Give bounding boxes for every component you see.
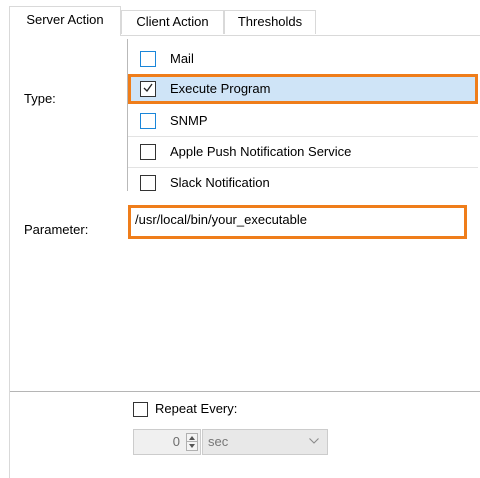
tab-server-action[interactable]: Server Action — [9, 6, 121, 36]
panel-border — [9, 35, 10, 478]
spin-down-icon[interactable] — [189, 444, 195, 448]
type-option-label: Mail — [170, 51, 194, 66]
repeat-every-checkbox[interactable] — [133, 402, 148, 417]
section-divider — [10, 391, 480, 392]
tab-strip: Server Action Client Action Thresholds — [0, 0, 480, 36]
repeat-interval-value: 0 — [172, 434, 180, 449]
parameter-field-frame — [128, 205, 467, 239]
execute-program-checkbox[interactable] — [140, 81, 156, 97]
repeat-every-label[interactable]: Repeat Every: — [155, 401, 237, 416]
tab-underline — [121, 35, 480, 36]
spinner-divider — [187, 441, 197, 442]
type-option-label: Slack Notification — [170, 175, 270, 190]
type-option-label: SNMP — [170, 113, 208, 128]
type-option-slack[interactable]: Slack Notification — [128, 168, 478, 198]
check-mark-icon — [143, 83, 153, 93]
action-settings-panel: Server Action Client Action Thresholds T… — [0, 0, 480, 478]
parameter-input[interactable] — [131, 208, 464, 236]
spin-up-icon[interactable] — [189, 436, 195, 440]
repeat-interval-stepper[interactable]: 0 — [133, 429, 201, 455]
type-list[interactable]: Mail Execute Program SNMP Apple Push Not… — [127, 39, 478, 191]
type-option-execute-program[interactable]: Execute Program — [128, 74, 478, 104]
up-down-spinner-icon[interactable] — [186, 433, 198, 451]
tab-client-action[interactable]: Client Action — [121, 10, 224, 34]
repeat-unit-select[interactable]: sec — [202, 429, 328, 455]
parameter-label: Parameter: — [24, 222, 89, 237]
slack-checkbox[interactable] — [140, 175, 156, 191]
snmp-checkbox[interactable] — [140, 113, 156, 129]
type-option-apple-push[interactable]: Apple Push Notification Service — [128, 137, 478, 167]
tab-thresholds[interactable]: Thresholds — [224, 10, 316, 34]
type-label: Type: — [24, 91, 56, 106]
repeat-unit-value: sec — [208, 434, 229, 449]
mail-checkbox[interactable] — [140, 51, 156, 67]
type-option-label: Apple Push Notification Service — [170, 144, 352, 159]
apple-push-checkbox[interactable] — [140, 144, 156, 160]
chevron-down-icon — [309, 438, 319, 444]
type-option-mail[interactable]: Mail — [128, 44, 478, 74]
type-option-snmp[interactable]: SNMP — [128, 106, 478, 136]
type-option-label: Execute Program — [170, 81, 271, 96]
